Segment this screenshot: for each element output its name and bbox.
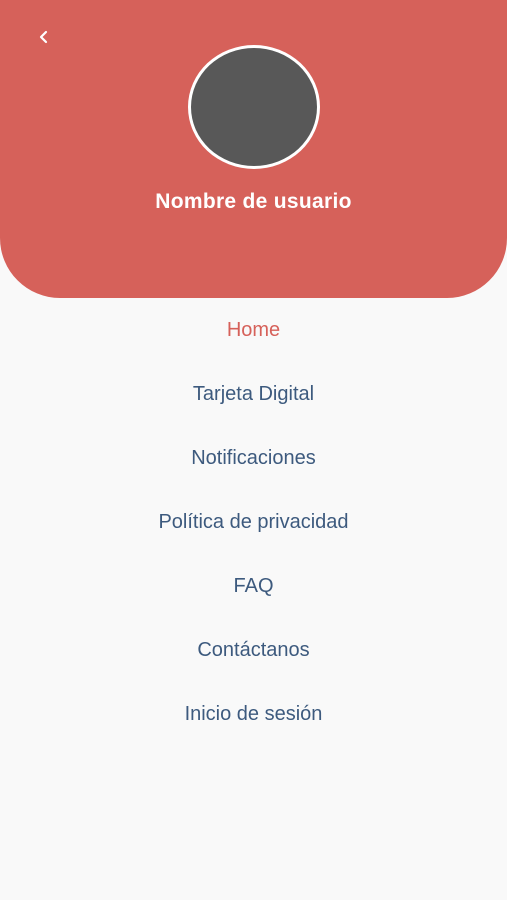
drawer-menu: Home Tarjeta Digital Notificaciones Polí… [0,298,507,746]
chevron-left-icon [39,30,48,44]
menu-item-politica-privacidad[interactable]: Política de privacidad [0,490,507,554]
menu-item-home[interactable]: Home [0,298,507,362]
menu-item-faq[interactable]: FAQ [0,554,507,618]
menu-item-contactanos[interactable]: Contáctanos [0,618,507,682]
username: Nombre de usuario [155,190,352,213]
menu-item-tarjeta-digital[interactable]: Tarjeta Digital [0,362,507,426]
profile-header: Nombre de usuario [0,0,507,298]
menu-item-notificaciones[interactable]: Notificaciones [0,426,507,490]
back-button[interactable] [26,20,60,54]
drawer-screen: Nombre de usuario Home Tarjeta Digital N… [0,0,507,900]
avatar[interactable] [188,45,320,169]
menu-item-inicio-sesion[interactable]: Inicio de sesión [0,682,507,746]
